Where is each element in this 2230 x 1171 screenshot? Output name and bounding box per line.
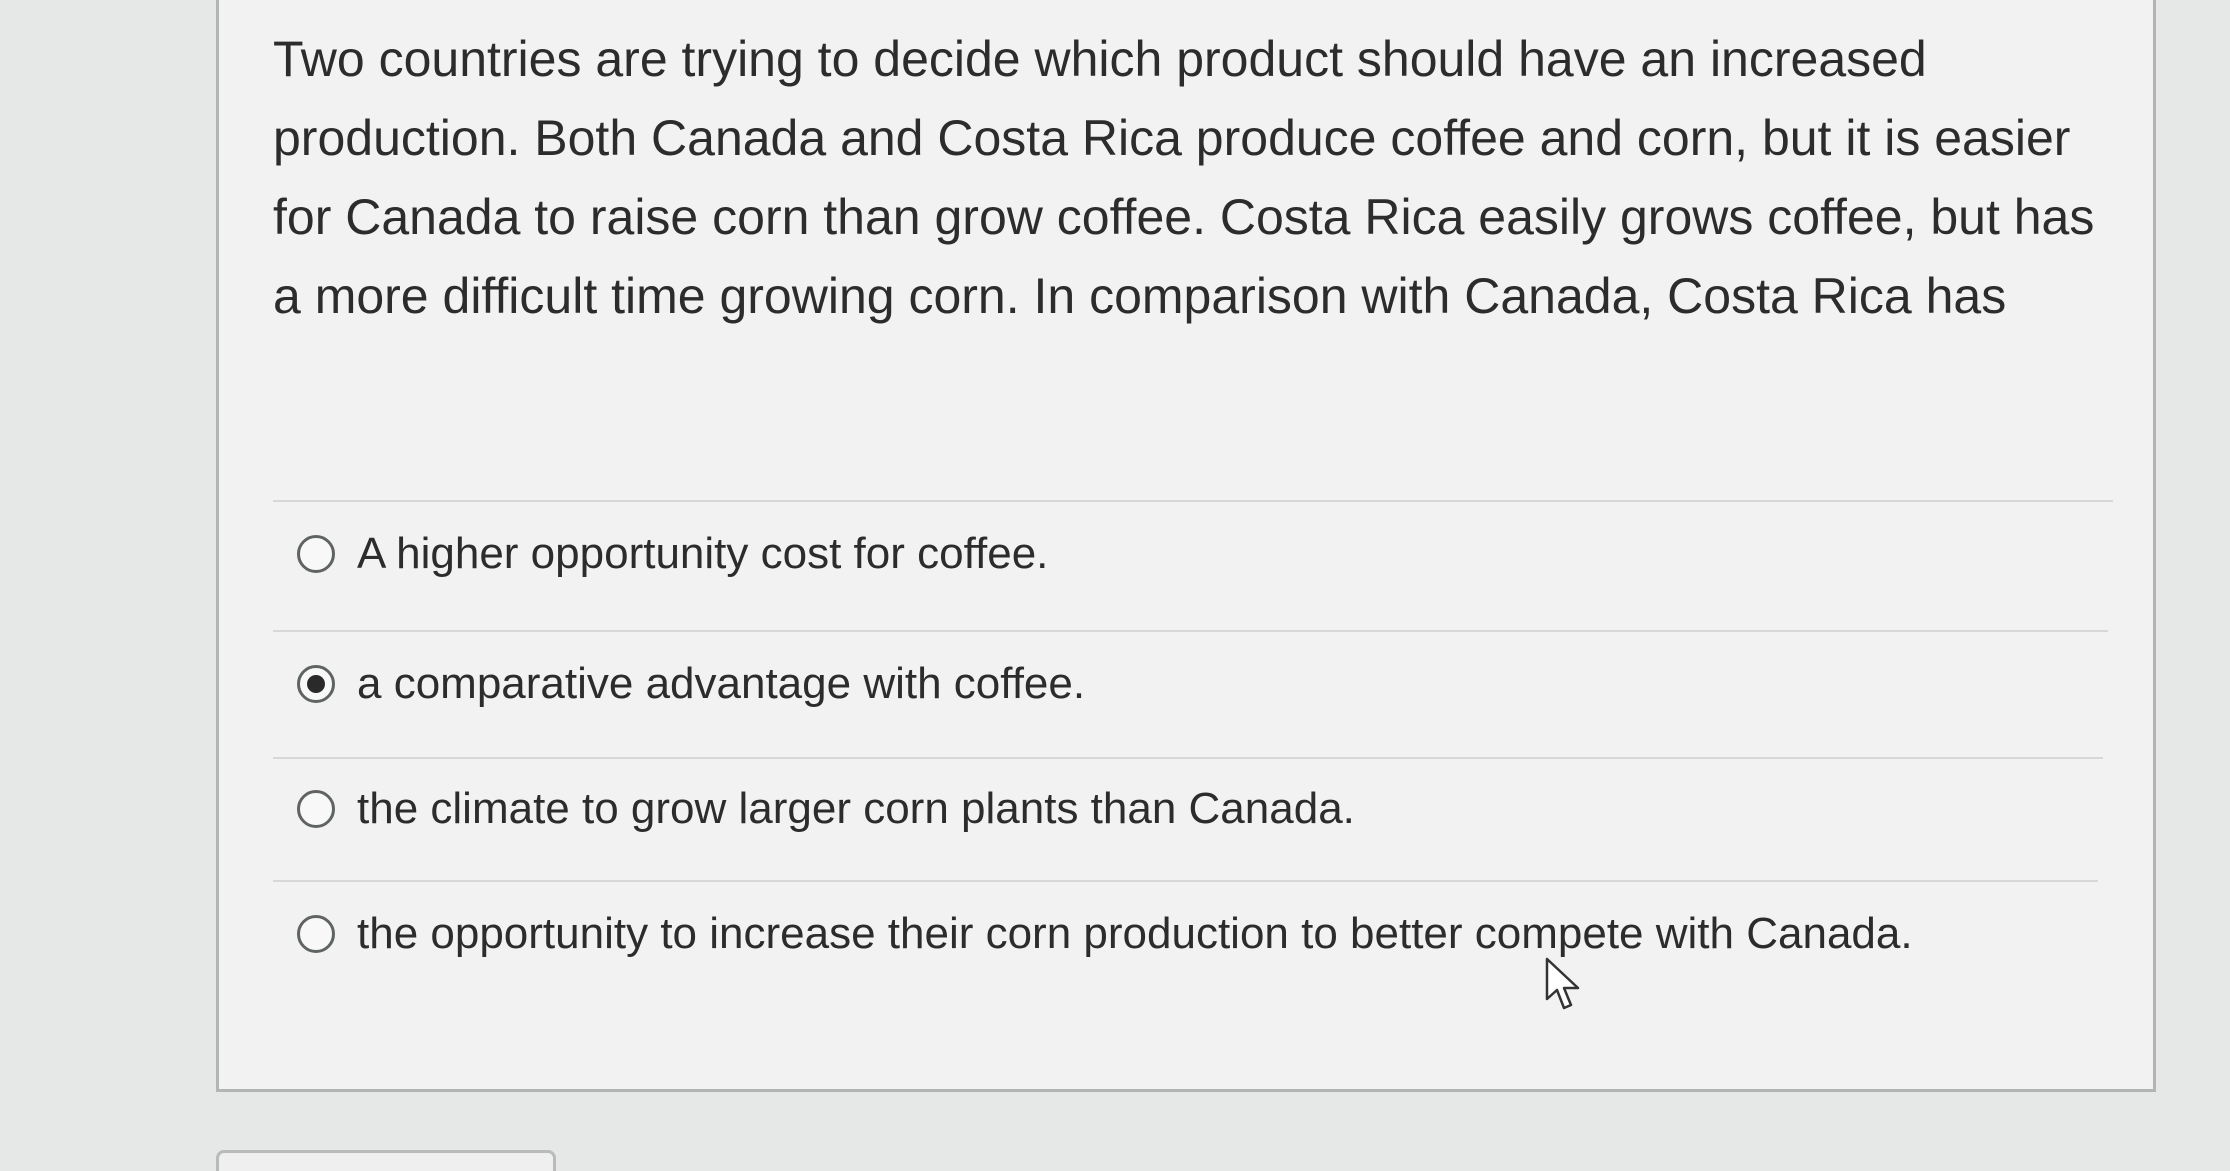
question-card: Two countries are trying to decide which… <box>216 0 2156 1092</box>
radio-filled-icon[interactable] <box>297 665 335 703</box>
answer-option-label: a comparative advantage with coffee. <box>357 659 1086 708</box>
answer-option-label: A higher opportunity cost for coffee. <box>357 529 1049 578</box>
mouse-pointer-icon <box>1545 957 1580 1010</box>
answer-option-3[interactable]: the climate to grow larger corn plants t… <box>297 779 1355 839</box>
answer-option-label: the opportunity to increase their corn p… <box>357 909 1913 958</box>
answer-option-2[interactable]: a comparative advantage with coffee. <box>297 654 1085 714</box>
divider <box>273 630 2108 632</box>
question-prompt: Two countries are trying to decide which… <box>273 31 2095 324</box>
radio-empty-icon[interactable] <box>297 535 335 573</box>
radio-empty-icon[interactable] <box>297 790 335 828</box>
answer-option-4[interactable]: the opportunity to increase their corn p… <box>297 904 1913 964</box>
radio-empty-icon[interactable] <box>297 915 335 953</box>
answer-option-label: the climate to grow larger corn plants t… <box>357 784 1355 833</box>
bottom-tab[interactable] <box>216 1150 556 1171</box>
divider <box>273 757 2103 759</box>
divider <box>273 500 2113 502</box>
answer-option-1[interactable]: A higher opportunity cost for coffee. <box>297 524 1048 584</box>
divider <box>273 880 2098 882</box>
